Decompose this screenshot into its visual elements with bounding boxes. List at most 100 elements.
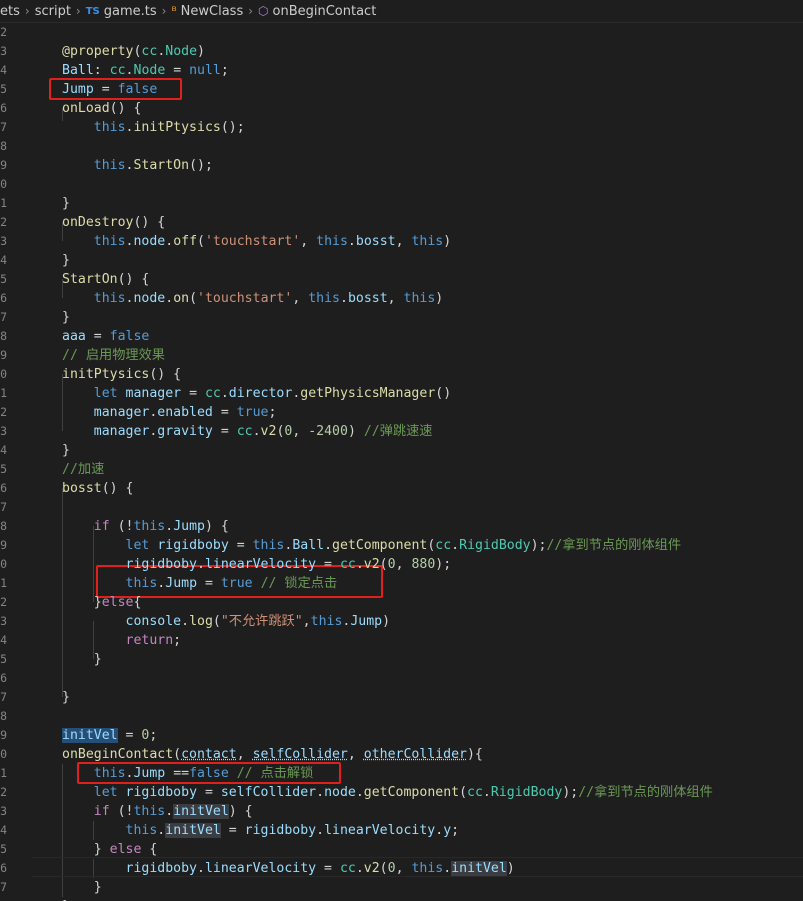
code-token: linearVelocity — [324, 823, 436, 838]
code-line: bosst() { — [62, 479, 133, 498]
code-token: cc — [435, 538, 452, 553]
code-token: y — [443, 823, 452, 838]
code-token: ) { — [204, 519, 229, 534]
breadcrumb-folder-script[interactable]: script — [35, 4, 71, 19]
code-token: this — [308, 291, 340, 306]
code-token: . — [181, 614, 190, 629]
code-token: this — [310, 614, 343, 629]
code-token: . — [165, 804, 174, 819]
code-line: let rigidboby = selfCollider.node.getCom… — [62, 783, 713, 802]
code-token: this — [411, 861, 444, 876]
code-token: = — [117, 728, 142, 743]
code-token: this — [93, 291, 126, 306]
code-token: = — [316, 861, 340, 876]
code-token: , — [292, 291, 309, 306]
code-token: () — [435, 386, 452, 401]
code-token: cc — [109, 63, 126, 78]
code-line: console.log("不允许跳跃",this.Jump) — [62, 612, 391, 631]
code-token: false — [117, 82, 158, 97]
code-line: this.initVel = rigidboby.linearVelocity.… — [62, 821, 459, 840]
code-token: ) — [382, 614, 391, 629]
code-token: . — [125, 63, 134, 78]
code-token: } — [62, 652, 102, 667]
code-token: onBeginContact — [62, 747, 174, 762]
code-line: if (!this.Jump) { — [62, 517, 229, 536]
code-token: this — [133, 519, 166, 534]
breadcrumb-class[interactable]: NewClass — [181, 4, 244, 19]
code-line: let rigidboby = this.Ball.getComponent(c… — [62, 536, 682, 555]
code-token: this — [125, 576, 158, 591]
code-token: false — [189, 766, 229, 781]
code-token: . — [197, 557, 205, 572]
breadcrumb-file[interactable]: game.ts — [104, 4, 157, 19]
code-token: node — [133, 291, 166, 306]
breadcrumb-folder-assets[interactable]: ets — [0, 4, 20, 19]
code-token: let — [125, 538, 150, 553]
code-token: , — [395, 861, 412, 876]
code-line: this.Jump ==false // 点击解锁 — [62, 764, 314, 783]
code-line: } — [62, 441, 70, 460]
code-line: // 启用物理效果 — [62, 346, 165, 365]
code-token: = — [220, 823, 245, 838]
code-line: Ball: cc.Node = null; — [62, 61, 229, 80]
code-token: this — [93, 234, 126, 249]
code-token: StartOn — [133, 158, 190, 173]
code-token: { — [133, 595, 142, 610]
code-token: } — [62, 842, 110, 857]
code-token: cc — [236, 424, 253, 439]
code-token: } — [62, 880, 102, 895]
code-token: ) { — [228, 804, 253, 819]
code-line: manager.gravity = cc.v2(0, -2400) //弹跳速速 — [62, 422, 433, 441]
code-token: node — [133, 234, 166, 249]
code-token: on — [173, 291, 190, 306]
code-token: true — [236, 405, 269, 420]
code-token: Node — [165, 44, 198, 59]
code-token: . — [220, 386, 229, 401]
code-line: initPtysics() { — [62, 365, 181, 384]
code-token: ; — [451, 823, 460, 838]
code-token: ; — [268, 405, 277, 420]
code-token: Ball — [62, 63, 94, 78]
code-token: linearVelocity — [204, 557, 317, 572]
code-token: //加速 — [62, 462, 105, 477]
code-line: onDestroy() { — [62, 213, 165, 232]
code-token: . — [355, 557, 364, 572]
code-line: manager.enabled = true; — [62, 403, 277, 422]
code-token: { — [141, 842, 158, 857]
code-token: . — [451, 538, 460, 553]
code-token: . — [355, 861, 364, 876]
code-token: -2400 — [308, 424, 348, 439]
code-token: , — [302, 614, 311, 629]
code-token: (); — [189, 158, 213, 173]
code-token: = — [181, 386, 205, 401]
code-token: ) — [435, 291, 444, 306]
code-line: //加速 — [62, 460, 104, 479]
code-token: , — [236, 747, 253, 762]
code-token: . — [197, 861, 205, 876]
code-token: ; — [149, 728, 158, 743]
code-line: initVel = 0; — [62, 726, 157, 745]
code-token: . — [355, 785, 364, 800]
code-token: . — [347, 234, 356, 249]
code-token: Jump — [133, 766, 166, 781]
code-token: contact — [181, 747, 237, 762]
code-token: return — [125, 633, 174, 648]
code-editor[interactable]: @property(cc.Node) Ball: cc.Node = null; J… — [0, 22, 803, 901]
breadcrumb-method[interactable]: onBeginContact — [273, 4, 377, 19]
code-token: manager — [93, 424, 150, 439]
code-token: ( — [173, 747, 182, 762]
code-token: //弹跳速速 — [363, 424, 433, 439]
code-token: "不允许跳跃" — [220, 614, 303, 629]
code-token: , — [300, 234, 317, 249]
code-token: = — [197, 576, 221, 591]
code-token: = — [228, 538, 253, 553]
code-token: null — [189, 63, 221, 78]
